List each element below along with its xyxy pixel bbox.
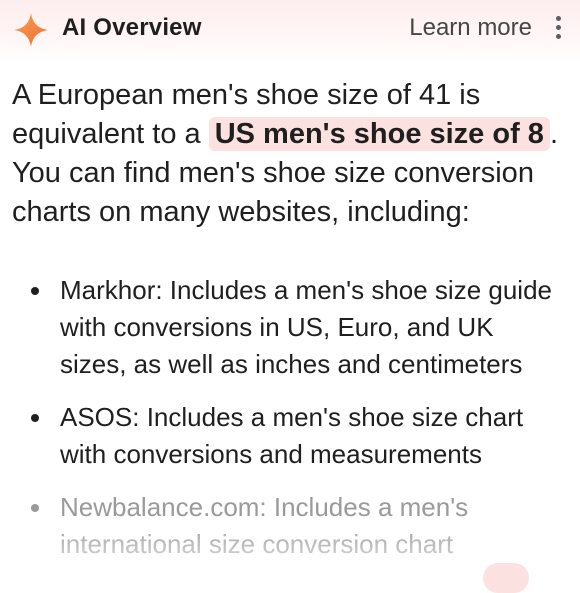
bullet-dot [31, 504, 39, 512]
more-vert-icon[interactable] [552, 16, 564, 40]
sparkle-icon [14, 13, 48, 47]
list-item-text: Markhor: Includes a men's shoe size guid… [60, 275, 552, 379]
ai-overview-header: AI Overview Learn more [0, 0, 580, 62]
list-item: ASOS: Includes a men's shoe size chart w… [0, 399, 580, 473]
learn-more-link[interactable]: Learn more [409, 14, 532, 42]
highlighted-answer: US men's shoe size of 8 [208, 117, 550, 151]
list-item-text: Newbalance.com: Includes a men's interna… [60, 492, 469, 559]
list-item-text: ASOS: Includes a men's shoe size chart w… [60, 402, 524, 469]
bullet-dot [31, 287, 39, 295]
bullet-dot [31, 414, 39, 422]
list-item: Newbalance.com: Includes a men's interna… [0, 489, 580, 563]
show-more-button[interactable] [483, 563, 529, 593]
list-item: Markhor: Includes a men's shoe size guid… [0, 272, 580, 383]
ai-overview-title: AI Overview [62, 14, 202, 41]
source-list: Markhor: Includes a men's shoe size guid… [0, 272, 580, 579]
overview-summary: A European men's shoe size of 41 is equi… [12, 76, 572, 232]
